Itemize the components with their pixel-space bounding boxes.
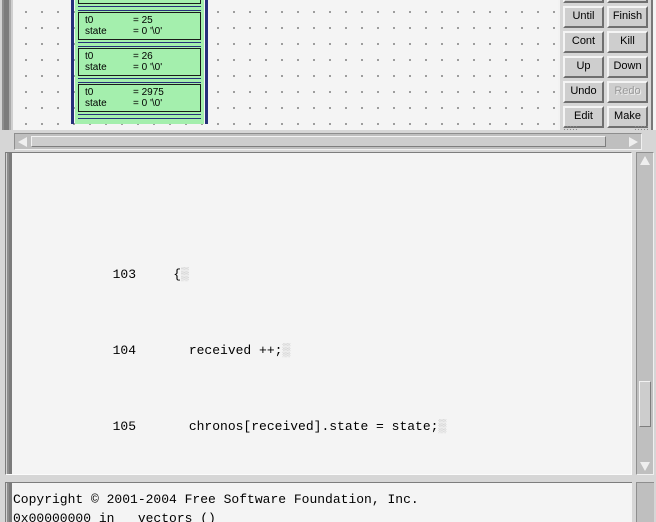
command-button-panel: Next Nexti Until Finish Cont Kill Up Dow… (558, 0, 653, 130)
field-value-state: = 0 '\0' (133, 26, 163, 37)
finish-button[interactable]: Finish (607, 6, 648, 28)
field-label-state: state (85, 62, 107, 73)
field-label-t0: t0 (85, 87, 94, 98)
field-row: t0 = 26 (79, 51, 200, 62)
horizontal-scrollbar[interactable] (14, 133, 642, 150)
data-display-canvas[interactable]: t0 = 55 state = 0 '\0' t0 = 25 st (13, 0, 656, 130)
line-text: chronos[received].state = state; (142, 419, 439, 435)
down-button[interactable]: Down (607, 56, 648, 78)
data-panel-left-bevel (0, 0, 13, 130)
horizontal-scrollbar-thumb[interactable] (31, 136, 606, 147)
data-panel-hscrollbar-area (0, 130, 656, 152)
line-number: 104 (112, 342, 137, 358)
gdb-console-panel: Copyright © 2001-2004 Free Software Foun… (0, 480, 656, 522)
gdb-console-output: Copyright © 2001-2004 Free Software Foun… (13, 490, 419, 522)
line-number: 103 (112, 266, 137, 282)
field-row: state = 0 '\0' (79, 62, 200, 73)
code-line[interactable]: 106 chronos[received].t0 = tic - t0;▒ (12, 465, 446, 474)
field-label-state: state (85, 0, 133, 1)
code-line[interactable]: 105 chronos[received].state = state;▒ (12, 389, 447, 434)
struct-separator (78, 78, 201, 83)
eol-marker: ▒ (438, 419, 446, 435)
source-code-panel: 103 {▒ 104 received ++;▒ 105 chronos[rec… (0, 152, 656, 480)
field-row: state = 0 '\0' (79, 98, 200, 109)
command-button-grid: Next Nexti Until Finish Cont Kill Up Dow… (563, 0, 648, 128)
until-button[interactable]: Until (563, 6, 604, 28)
console-line-copyright: Copyright © 2001-2004 Free Software Foun… (13, 492, 419, 507)
line-text: received ++; (142, 342, 283, 358)
redo-button: Redo (607, 81, 648, 103)
kill-button[interactable]: Kill (607, 31, 648, 53)
source-code-lines: 103 {▒ 104 received ++;▒ 105 chronos[rec… (12, 160, 447, 474)
selected-struct-display[interactable]: t0 = 55 state = 0 '\0' t0 = 25 st (71, 0, 208, 124)
eol-marker: ▒ (282, 342, 290, 358)
field-row: t0 = 2975 (79, 87, 200, 98)
gdb-console-frame[interactable]: Copyright © 2001-2004 Free Software Foun… (5, 482, 632, 522)
struct-separator (78, 42, 201, 47)
eol-marker: ▒ (181, 266, 189, 282)
field-label-state: state (85, 98, 107, 109)
field-value-t0: = 2975 (133, 87, 164, 98)
field-value-state: = 0 '\0' (133, 62, 163, 73)
nexti-button[interactable]: Nexti (607, 0, 648, 3)
up-button[interactable]: Up (563, 56, 604, 78)
cont-button[interactable]: Cont (563, 31, 604, 53)
scroll-down-arrow-icon[interactable] (640, 462, 650, 471)
code-line[interactable]: 104 received ++;▒ (12, 312, 446, 358)
struct-box[interactable]: t0 = 25 state = 0 '\0' (78, 12, 201, 40)
field-label-t0: t0 (85, 51, 94, 62)
field-value-t0: = 25 (133, 15, 153, 26)
scroll-up-arrow-icon[interactable] (640, 156, 650, 165)
field-label-state: state (85, 26, 107, 37)
field-value-t0: = 26 (133, 51, 153, 62)
line-text: { (142, 266, 182, 282)
source-code-frame[interactable]: 103 {▒ 104 received ++;▒ 105 chronos[rec… (5, 152, 632, 475)
ddd-debugger-window: t0 = 55 state = 0 '\0' t0 = 25 st (0, 0, 656, 522)
scroll-right-arrow-icon[interactable] (629, 137, 638, 147)
source-vertical-scrollbar[interactable] (636, 152, 654, 475)
struct-box[interactable]: t0 = 55 state = 0 '\0' (78, 0, 201, 4)
console-left-bevel (6, 483, 12, 522)
console-line-address: 0x00000000 in __vectors () (13, 511, 216, 522)
line-number: 105 (112, 419, 137, 435)
field-row: state = 0 '\0' (79, 0, 200, 1)
field-row: state = 0 '\0' (79, 26, 200, 37)
struct-separator (78, 6, 201, 11)
source-vertical-scrollbar-thumb[interactable] (639, 381, 651, 427)
undo-button[interactable]: Undo (563, 81, 604, 103)
field-row: t0 = 25 (79, 15, 200, 26)
field-value-state: = 0 '\0' (133, 98, 163, 109)
struct-separator (78, 114, 201, 119)
struct-box[interactable]: t0 = 2975 state = 0 '\0' (78, 84, 201, 112)
console-vertical-scrollbar[interactable] (636, 482, 654, 522)
data-display-panel: t0 = 55 state = 0 '\0' t0 = 25 st (0, 0, 656, 130)
struct-box[interactable]: t0 = 26 state = 0 '\0' (78, 48, 201, 76)
next-button[interactable]: Next (563, 0, 604, 3)
field-value-state: = 0 '\0' (133, 0, 200, 1)
field-label-t0: t0 (85, 15, 94, 26)
code-line[interactable]: 103 {▒ (12, 236, 446, 282)
scroll-left-arrow-icon[interactable] (18, 137, 27, 147)
